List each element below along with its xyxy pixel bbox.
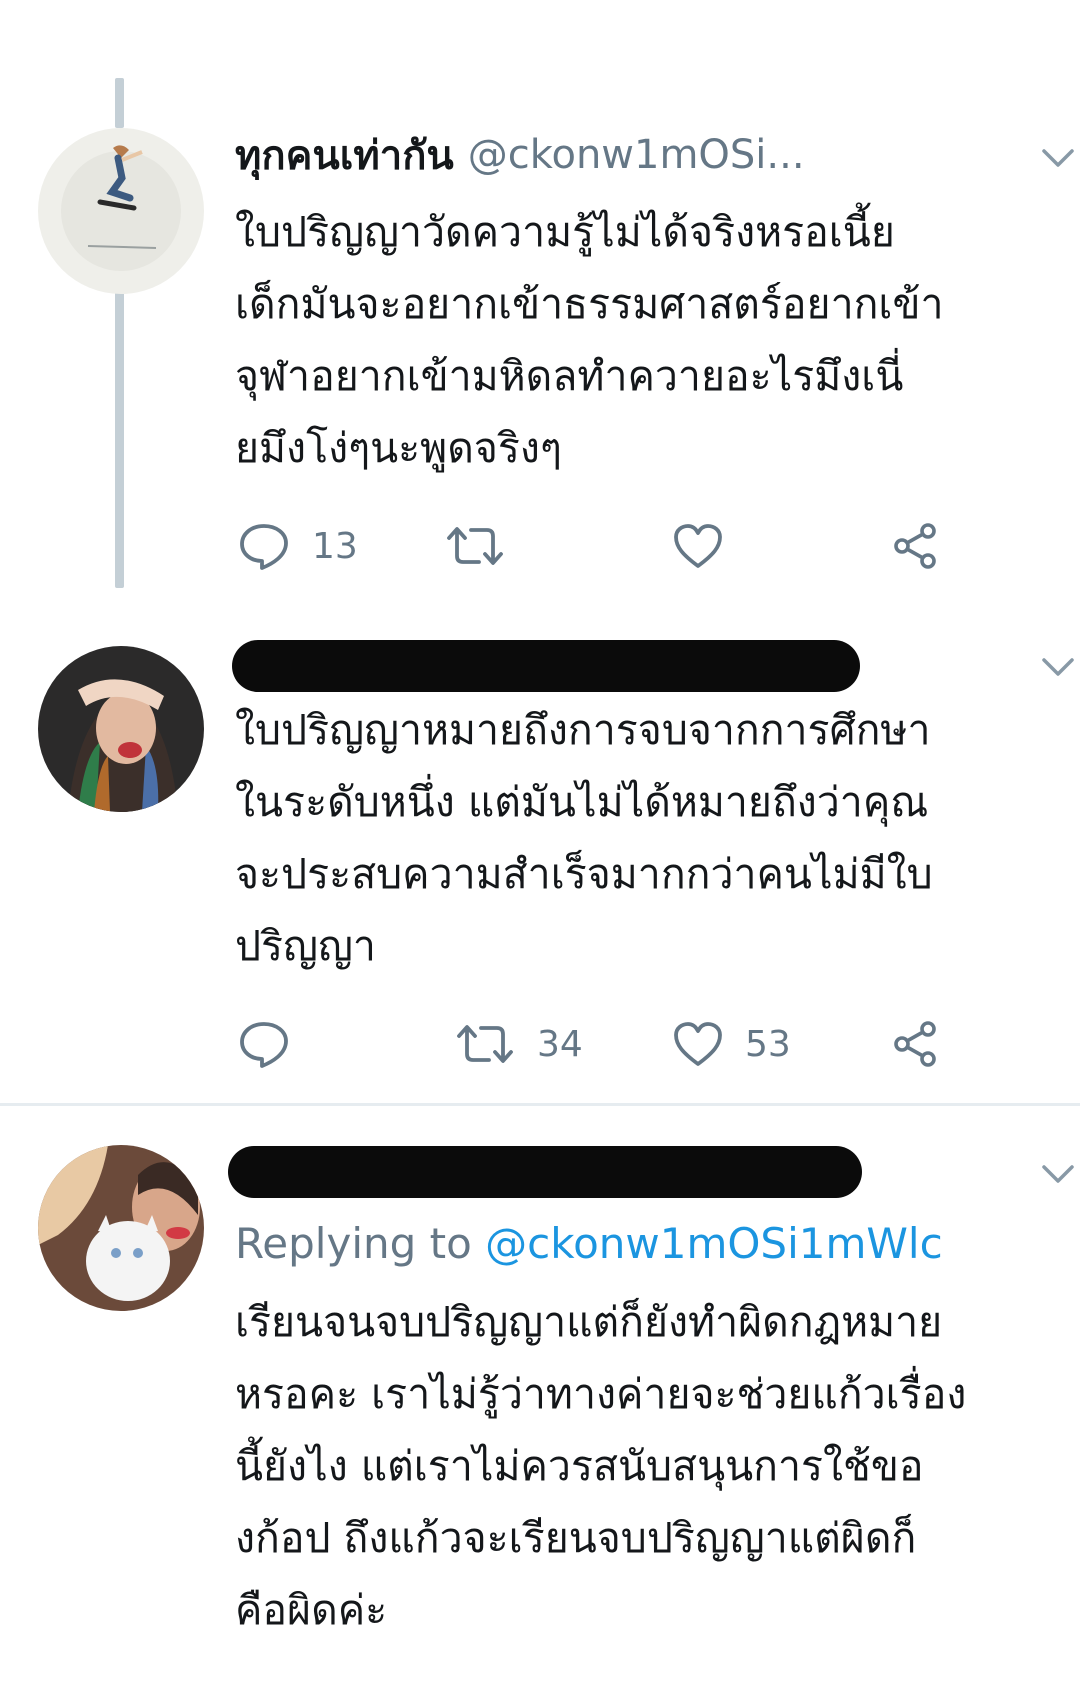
reply-icon	[238, 1020, 290, 1068]
tweet-text-line: จุฬาอยากเข้ามหิดลทำควายอะไรมึงเนี่	[235, 352, 904, 400]
tweet-actions: 13	[0, 516, 1080, 576]
redacted-name	[232, 640, 860, 692]
reply-button[interactable]: 13	[238, 516, 358, 576]
tweet-text-line: หรอคะ เราไม่รู้ว่าทางค่ายจะช่วยแก้วเรื่อ…	[235, 1370, 967, 1418]
retweet-icon	[455, 1022, 515, 1066]
retweet-button[interactable]: 34	[455, 1014, 583, 1074]
avatar[interactable]	[38, 128, 204, 294]
share-button[interactable]	[890, 1014, 940, 1074]
tweet-text-line: จะประสบความสำเร็จมากกว่าคนไม่มีใบ	[235, 850, 933, 898]
tweet-text-line: นี้ยังไง แต่เราไม่ควรสนับสนุนการใช้ขอ	[235, 1442, 924, 1490]
like-count: 53	[745, 1023, 791, 1065]
share-button[interactable]	[890, 516, 940, 576]
tweet-text-line: เรียนจนจบปริญญาแต่ก็ยังทำผิดกฎหมาย	[235, 1298, 943, 1346]
tweet-text: ใบปริญญาหมายถึงการจบจากการศึกษา ในระดับห…	[235, 694, 1050, 982]
tweet-text-line: ใบปริญญาหมายถึงการจบจากการศึกษา	[235, 706, 931, 754]
share-icon	[890, 521, 940, 571]
like-icon	[673, 523, 723, 569]
retweet-button[interactable]	[445, 516, 527, 576]
tweet-thread: ทุกคนเท่ากัน @ckonw1mOSi... ใบปริญญาวัดค…	[0, 0, 1080, 1688]
tweet-text: ใบปริญญาวัดความรู้ไม่ได้จริงหรอเนี้ย เด็…	[235, 196, 1050, 484]
tweet-text-line: ยมึงโง่ๆนะพูดจริงๆ	[235, 424, 562, 472]
tweet-text-line: ปริญญา	[235, 922, 376, 970]
tweet-actions: 34 53	[0, 1014, 1080, 1074]
replying-prefix: Replying to	[235, 1219, 472, 1268]
reply-button[interactable]	[238, 1014, 312, 1074]
retweet-icon	[445, 524, 505, 568]
tweet-text-line: งก้อป ถึงแก้วจะเรียนจบปริญญาแต่ผิดก็	[235, 1514, 917, 1562]
tweet-text-line: คือผิดค่ะ	[235, 1586, 388, 1634]
mention-link[interactable]: @ckonw1mOSi1mWlc	[485, 1219, 943, 1268]
avatar[interactable]	[38, 1145, 204, 1311]
tweet-text-line: ใบปริญญาวัดความรู้ไม่ได้จริงหรอเนี้ย	[235, 208, 895, 256]
like-icon	[673, 1021, 723, 1067]
redacted-name	[228, 1146, 862, 1198]
replying-to: Replying to @ckonw1mOSi1mWlc	[235, 1214, 943, 1274]
avatar[interactable]	[38, 646, 204, 812]
retweet-count: 34	[537, 1023, 583, 1065]
tweet-text-line: เด็กมันจะอยากเข้าธรรมศาสตร์อยากเข้า	[235, 280, 944, 328]
display-name[interactable]: ทุกคนเท่ากัน	[235, 123, 454, 187]
reply-icon	[238, 522, 290, 570]
thread-connector-top	[115, 78, 124, 128]
reply-count: 13	[312, 525, 358, 567]
like-button[interactable]: 53	[673, 1014, 791, 1074]
tweet-header: ทุกคนเท่ากัน @ckonw1mOSi...	[235, 125, 805, 185]
tweet-text-line: ในระดับหนึ่ง แต่มันไม่ได้หมายถึงว่าคุณ	[235, 778, 929, 826]
chevron-down-icon[interactable]	[1040, 655, 1076, 679]
user-handle[interactable]: @ckonw1mOSi...	[468, 132, 805, 178]
like-button[interactable]	[673, 516, 745, 576]
tweet-divider	[0, 1103, 1080, 1106]
share-icon	[890, 1019, 940, 1069]
chevron-down-icon[interactable]	[1040, 1162, 1076, 1186]
chevron-down-icon[interactable]	[1040, 146, 1076, 170]
tweet-text: เรียนจนจบปริญญาแต่ก็ยังทำผิดกฎหมาย หรอคะ…	[235, 1286, 1050, 1646]
